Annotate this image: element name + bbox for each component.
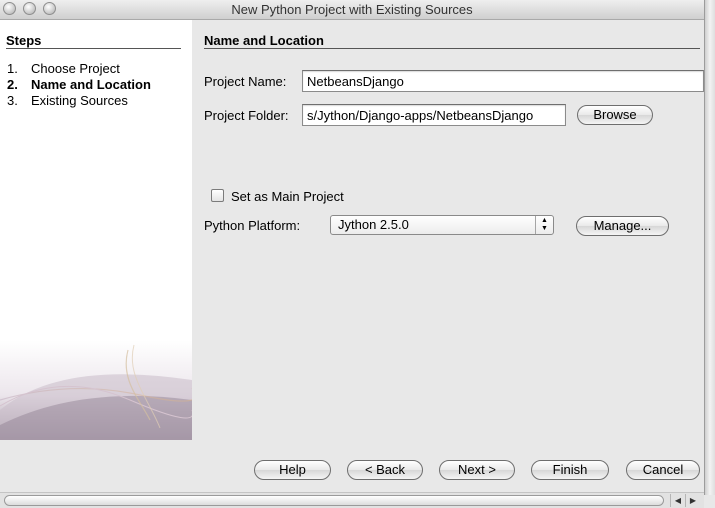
window-edge (704, 0, 715, 495)
scrollbar-thumb[interactable] (4, 495, 664, 506)
project-name-field[interactable]: NetbeansDjango (302, 70, 704, 92)
up-down-arrows-icon: ▲ ▼ (535, 216, 553, 234)
python-platform-value: Jython 2.5.0 (338, 217, 409, 232)
window-title-bar: New Python Project with Existing Sources (0, 0, 704, 20)
next-button[interactable]: Next > (439, 460, 515, 480)
python-platform-select[interactable]: Jython 2.5.0 ▲ ▼ (330, 215, 554, 235)
project-name-label: Project Name: (204, 74, 287, 89)
project-folder-field[interactable]: s/Jython/Django-apps/NetbeansDjango (302, 104, 566, 126)
main-project-checkbox[interactable] (211, 189, 224, 202)
manage-button[interactable]: Manage... (576, 216, 669, 236)
browse-button[interactable]: Browse (577, 105, 653, 125)
cancel-button[interactable]: Cancel (626, 460, 700, 480)
arrow-left-icon[interactable]: ◀ (670, 494, 685, 507)
finish-button[interactable]: Finish (531, 460, 609, 480)
steps-panel: Steps 1. Choose Project 2. Name and Locati… (0, 20, 192, 440)
horizontal-scrollbar[interactable]: ◀ ▶ (0, 492, 704, 508)
step-item-existing-sources: 3. Existing Sources (7, 93, 128, 108)
step-item-choose-project: 1. Choose Project (7, 61, 120, 76)
sidebar-decoration (0, 340, 192, 440)
steps-heading: Steps (6, 33, 42, 48)
help-button[interactable]: Help (254, 460, 331, 480)
section-title: Name and Location (204, 33, 324, 48)
section-divider (204, 48, 700, 49)
form-panel: Name and Location Project Name: Netbeans… (192, 20, 704, 440)
window-title: New Python Project with Existing Sources (231, 2, 473, 17)
steps-divider (6, 48, 181, 49)
back-button[interactable]: < Back (347, 460, 423, 480)
python-platform-label: Python Platform: (204, 218, 301, 233)
project-folder-label: Project Folder: (204, 108, 289, 123)
arrow-right-icon[interactable]: ▶ (685, 494, 700, 507)
main-project-label: Set as Main Project (231, 189, 344, 204)
step-item-name-location: 2. Name and Location (7, 77, 151, 92)
